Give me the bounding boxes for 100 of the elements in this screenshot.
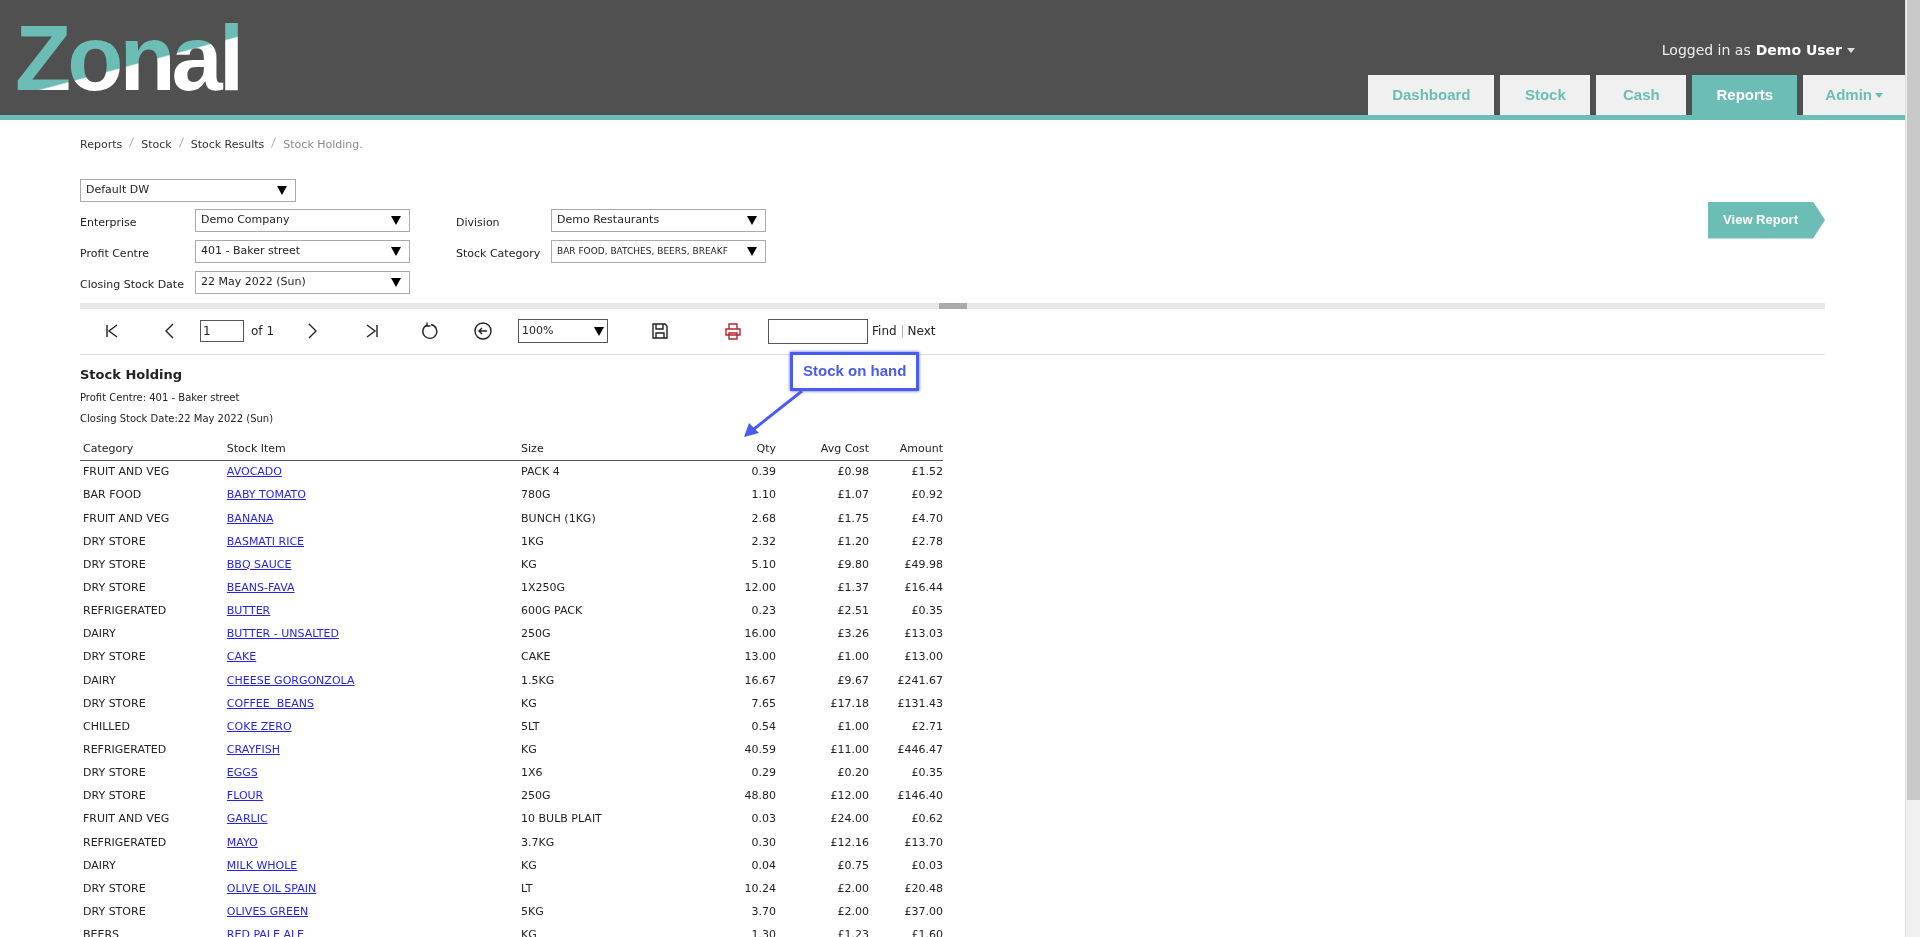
stock-item-link[interactable]: BEANS-FAVA	[226, 580, 295, 597]
stock-item-link[interactable]: BABY TOMATO	[226, 487, 306, 504]
stock-item-link[interactable]: COKE ZERO	[226, 718, 292, 736]
stock-item-link[interactable]: OLIVE OIL SPAIN	[226, 880, 317, 898]
stock-item-link[interactable]: CHEESE GORGONZOLA	[226, 672, 355, 690]
table-cell-text: 2.32	[751, 533, 777, 550]
stock-item-link[interactable]: EGGS	[226, 765, 258, 782]
table-cell-text: DAIRY	[83, 672, 116, 689]
scrollbar[interactable]	[1905, 0, 1920, 937]
filter-select[interactable]: 22 May 2022 (Sun)	[195, 271, 410, 294]
stock-item-link[interactable]: MAYO	[226, 834, 258, 852]
table-cell: 0.23	[751, 603, 777, 620]
filter-select[interactable]: Demo Company	[195, 209, 410, 232]
table-cell-text: £0.03	[911, 857, 943, 874]
table-cell-text: DAIRY	[83, 857, 116, 874]
table-cell-text: DRY STORE	[83, 695, 146, 712]
stock-item-link[interactable]: AVOCADO	[226, 464, 282, 481]
table-cell-text: DRY STORE	[83, 904, 146, 920]
filter-select[interactable]: BAR FOOD, BATCHES, BEERS, BREAKF	[551, 240, 766, 263]
table-cell-text: £241.67	[897, 672, 943, 689]
table-cell: £13.03	[904, 626, 943, 643]
table-cell-text: £1.75	[837, 510, 870, 527]
stock-item-link[interactable]: CAKE	[226, 649, 257, 666]
stock-item-link[interactable]: BASMATI RICE	[226, 533, 305, 551]
find-link[interactable]: Find	[872, 322, 897, 340]
filter-label: Closing Stock Date	[80, 277, 184, 291]
filter-select[interactable]: 401 - Baker street	[195, 240, 410, 263]
report-subtitle: Profit Centre: 401 - Baker street	[80, 391, 241, 405]
filter-label: Enterprise	[80, 215, 137, 229]
filter-select[interactable]: Demo Restaurants	[551, 209, 766, 232]
breadcrumb-link[interactable]: Stock Results	[190, 137, 265, 154]
dropdown-caret-icon	[747, 216, 757, 225]
table-cell-text: DRY STORE	[83, 880, 146, 897]
table-cell-text: KG	[521, 857, 537, 874]
table-cell: £0.62	[911, 811, 943, 828]
table-cell-text: 1X250G	[521, 580, 566, 596]
stock-item-link[interactable]: GARLIC	[226, 811, 268, 828]
back-icon[interactable]	[473, 321, 493, 341]
print-icon[interactable]	[723, 321, 743, 341]
stock-item-link[interactable]: BUTTER	[226, 603, 271, 620]
stock-item-link[interactable]: CRAYFISH	[226, 742, 280, 759]
table-cell-text: 3.70	[751, 904, 777, 920]
table-cell: PACK 4	[521, 464, 560, 481]
dropdown-caret-icon	[277, 185, 287, 195]
table-cell-text: £20.48	[904, 880, 943, 897]
next-link[interactable]: Next	[907, 322, 936, 340]
column-header: Stock Item	[226, 440, 286, 457]
table-cell-text: £131.43	[897, 695, 943, 712]
dropdown-caret-icon	[391, 216, 401, 225]
filter-label: Stock Category	[456, 246, 541, 260]
zoom-select[interactable]: 100%	[518, 319, 608, 343]
table-cell: 250G	[521, 788, 551, 805]
table-cell-text: £1.00	[837, 718, 870, 735]
table-cell: CAKE	[521, 649, 551, 666]
table-cell-text: £446.47	[897, 742, 943, 758]
breadcrumb-link[interactable]: Reports	[80, 137, 123, 154]
table-cell: 48.80	[744, 788, 777, 805]
table-cell-text: £9.80	[837, 556, 870, 573]
table-cell-text: 16.67	[744, 672, 777, 689]
table-cell-text: REFRIGERATED	[83, 742, 167, 758]
table-cell-text: LT	[521, 880, 533, 897]
refresh-icon[interactable]	[420, 321, 440, 341]
stock-item-link[interactable]: BUTTER - UNSALTED	[226, 626, 339, 643]
table-cell-text: £11.00	[830, 742, 870, 758]
table-cell-text: 5LT	[521, 718, 540, 735]
dropdown-caret-icon	[747, 247, 757, 256]
breadcrumb-separator-icon	[271, 137, 277, 148]
table-cell: £0.92	[911, 487, 943, 504]
table-cell: DAIRY	[83, 626, 116, 643]
stock-item-link[interactable]: OLIVES GREEN	[226, 904, 309, 921]
table-cell-text: 7.65	[751, 695, 777, 712]
layout-select[interactable]: Default DW	[80, 178, 296, 202]
table-cell-text: 5.10	[751, 556, 777, 573]
stock-item-link[interactable]: BBQ SAUCE	[226, 556, 292, 574]
save-icon[interactable]	[650, 321, 670, 341]
table-cell: £0.98	[837, 464, 870, 481]
stock-item-link[interactable]: FLOUR	[226, 788, 264, 805]
table-cell-text: £9.67	[837, 672, 870, 689]
table-cell-text: KG	[521, 695, 537, 712]
breadcrumb-separator-icon	[178, 137, 184, 148]
table-cell-text: £1.20	[837, 533, 870, 550]
page-number-field[interactable]: 1	[200, 320, 244, 342]
find-field[interactable]	[768, 318, 868, 344]
stock-item-link[interactable]: BANANA	[226, 510, 274, 528]
user-menu[interactable]: Logged in as Demo User	[1661, 40, 1855, 61]
column-header: Qty	[756, 440, 777, 457]
table-cell-text: KG	[521, 742, 537, 758]
column-header: Size	[521, 440, 544, 457]
stock-item-link[interactable]: COFFEE BEANS	[226, 695, 314, 713]
stock-item-link[interactable]: MILK WHOLE	[226, 857, 298, 875]
table-cell-text: £4.70	[911, 510, 943, 527]
table-cell-text: FRUIT AND VEG	[83, 510, 170, 527]
column-header: Category	[83, 440, 134, 457]
table-cell-text: £16.44	[904, 580, 943, 596]
breadcrumb-link[interactable]: Stock	[141, 137, 172, 154]
collapse-handle[interactable]	[938, 302, 967, 309]
table-cell-text: 10.24	[744, 880, 777, 897]
column-header: Amount	[899, 440, 943, 457]
table-cell-text: 0.04	[751, 857, 777, 874]
table-cell: £24.00	[830, 811, 870, 828]
